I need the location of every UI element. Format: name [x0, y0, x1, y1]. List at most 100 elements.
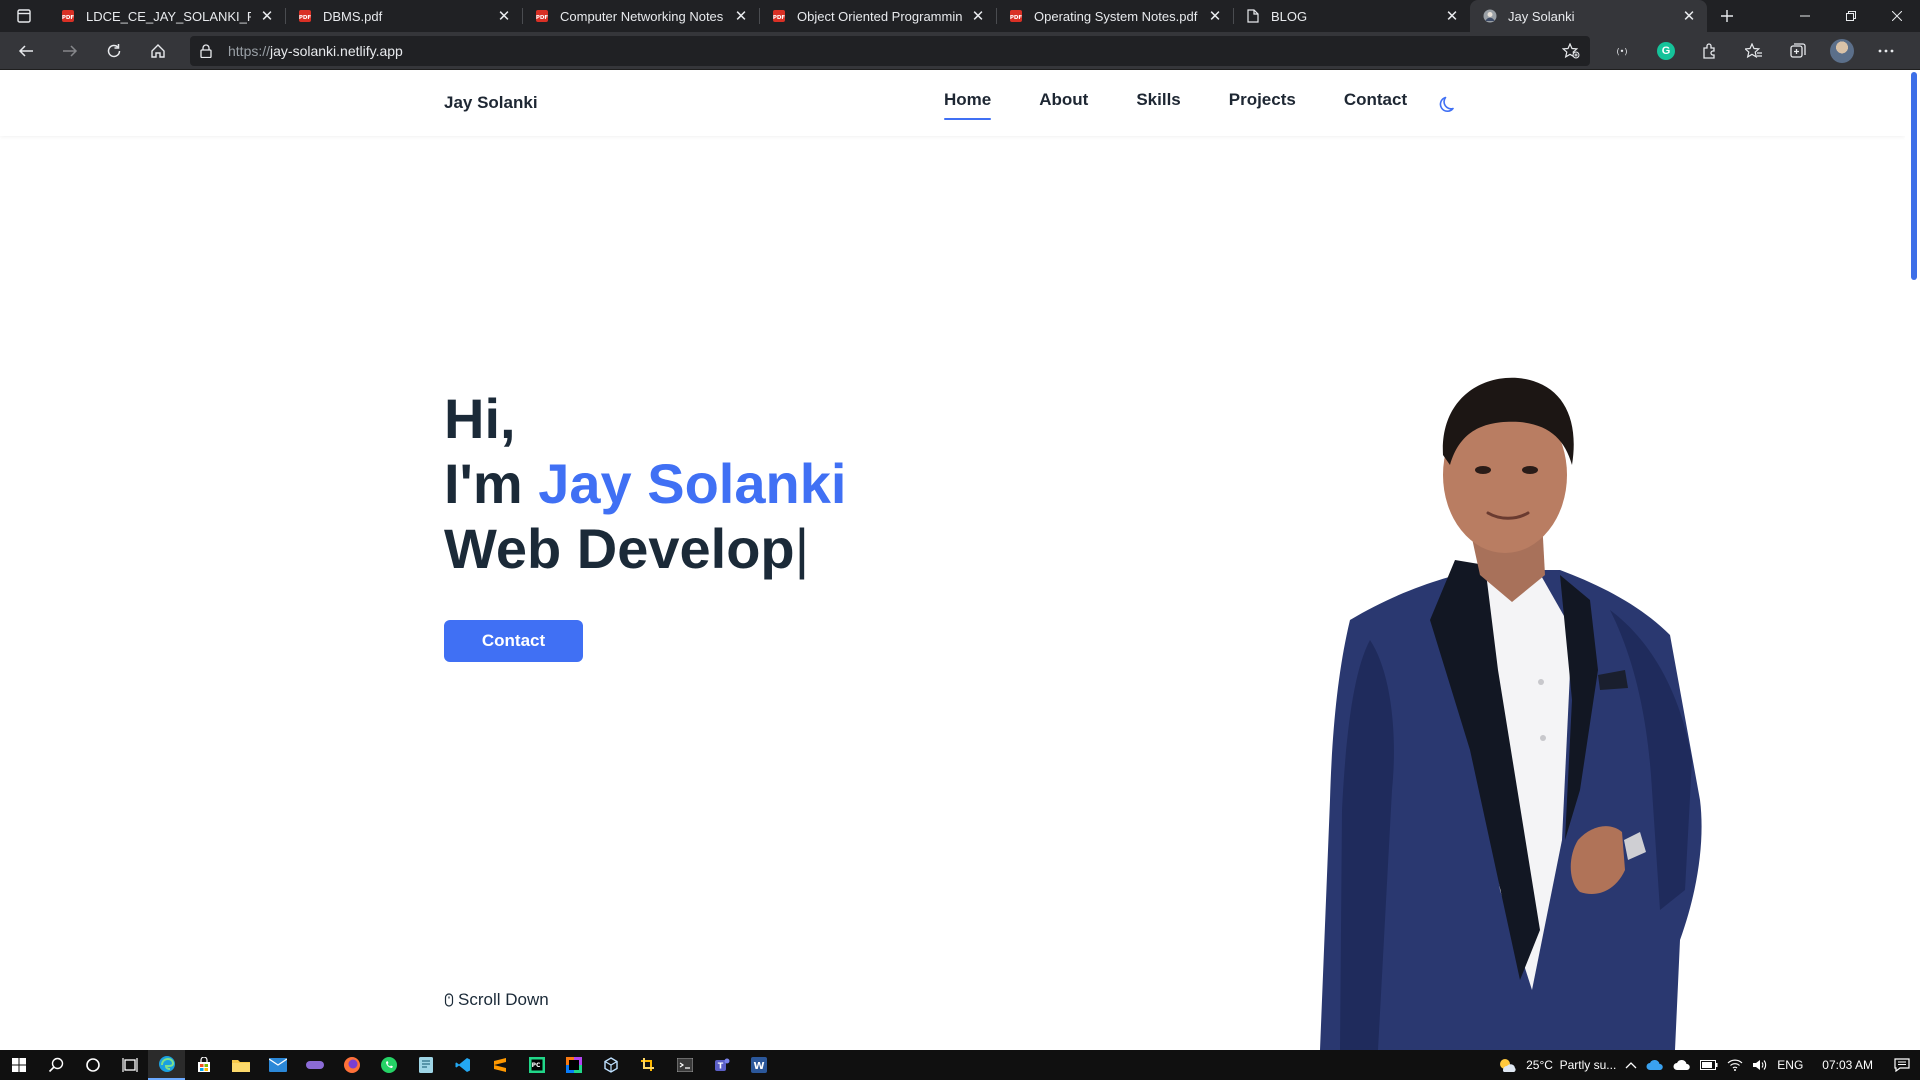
browser-tab-oop[interactable]: PDF Object Oriented Programming ( ✕ [759, 0, 996, 32]
lock-icon[interactable] [200, 43, 216, 58]
taskbar-sublime[interactable] [481, 1050, 518, 1080]
read-aloud-button[interactable]: (•) [1604, 36, 1640, 66]
tab-actions-button[interactable] [0, 0, 48, 32]
favorites-button[interactable] [1736, 36, 1772, 66]
nav-contact[interactable]: Contact [1344, 90, 1407, 120]
close-tab-icon[interactable]: ✕ [494, 6, 514, 26]
terminal-icon [676, 1058, 693, 1072]
contact-button[interactable]: Contact [444, 620, 583, 662]
taskbar-snipping[interactable] [629, 1050, 666, 1080]
taskbar-notes-app[interactable] [407, 1050, 444, 1080]
cortana-button[interactable] [74, 1050, 111, 1080]
minimize-icon [1800, 15, 1810, 17]
language-indicator[interactable]: ENG [1777, 1058, 1803, 1072]
tab-title: Computer Networking Notes for [560, 8, 725, 24]
minimize-button[interactable] [1782, 0, 1828, 32]
site-logo[interactable]: Jay Solanki [444, 93, 538, 113]
taskbar-pycharm[interactable]: PC [518, 1050, 555, 1080]
taskbar-terminal[interactable] [666, 1050, 703, 1080]
settings-menu-button[interactable] [1868, 36, 1904, 66]
nav-about[interactable]: About [1039, 90, 1088, 120]
profile-button[interactable] [1824, 36, 1860, 66]
edge-icon [158, 1056, 175, 1072]
start-button[interactable] [0, 1050, 37, 1080]
scroll-down-link[interactable]: Scroll Down [444, 990, 549, 1010]
close-tab-icon[interactable]: ✕ [1442, 6, 1462, 26]
more-options-icon [1878, 49, 1894, 52]
page-scrollbar-thumb[interactable] [1911, 72, 1917, 280]
windows-taskbar: PC T W 25°C Partly su... ENG 07:03 AM [0, 1050, 1920, 1080]
moon-icon[interactable] [1439, 94, 1459, 114]
taskbar-word[interactable]: W [740, 1050, 777, 1080]
profile-avatar [1830, 38, 1854, 63]
browser-tab-dbms[interactable]: PDF DBMS.pdf ✕ [285, 0, 522, 32]
browser-tab-blog[interactable]: BLOG ✕ [1233, 0, 1470, 32]
browser-tab-os-notes[interactable]: PDF Operating System Notes.pdf ✕ [996, 0, 1233, 32]
browser-tab-jay-solanki[interactable]: Jay Solanki ✕ [1470, 0, 1707, 32]
taskbar-firefox[interactable] [333, 1050, 370, 1080]
onedrive-personal-cloud-icon[interactable] [1673, 1059, 1691, 1071]
volume-icon[interactable] [1752, 1059, 1768, 1071]
refresh-button[interactable] [96, 36, 132, 66]
task-view-button[interactable] [111, 1050, 148, 1080]
puzzle-icon [1703, 42, 1715, 59]
chevron-up-icon[interactable] [1625, 1061, 1637, 1069]
back-button[interactable] [8, 36, 44, 66]
snip-icon [640, 1058, 654, 1071]
favorites-star-icon [1745, 42, 1762, 58]
taskbar-store[interactable] [185, 1050, 222, 1080]
address-bar[interactable]: https://jay-solanki.netlify.app [190, 35, 1590, 66]
nav-skills[interactable]: Skills [1136, 90, 1180, 120]
wifi-icon[interactable] [1727, 1059, 1743, 1071]
close-tab-icon[interactable]: ✕ [731, 6, 751, 26]
notification-center-icon[interactable] [1894, 1058, 1910, 1072]
restore-button[interactable] [1828, 0, 1874, 32]
pycharm-icon: PC [528, 1057, 545, 1073]
close-tab-icon[interactable]: ✕ [257, 6, 277, 26]
notes-icon [418, 1057, 433, 1073]
nav-projects[interactable]: Projects [1229, 90, 1296, 120]
taskbar-app-gradient[interactable] [296, 1050, 333, 1080]
forward-button[interactable] [52, 36, 88, 66]
tab-title: Jay Solanki [1508, 8, 1575, 24]
nav-home[interactable]: Home [944, 90, 992, 120]
weather-text[interactable]: 25°C Partly su... [1526, 1058, 1616, 1072]
collections-button[interactable] [1780, 36, 1816, 66]
taskbar-vscode[interactable] [444, 1050, 481, 1080]
close-window-button[interactable] [1874, 0, 1920, 32]
forward-arrow-icon [63, 44, 78, 57]
browser-tab-networking[interactable]: PDF Computer Networking Notes for ✕ [522, 0, 759, 32]
grammarly-extension-button[interactable]: G [1648, 36, 1684, 66]
partly-sunny-icon[interactable] [1497, 1057, 1517, 1073]
typing-caret: | [794, 517, 810, 580]
add-favorite-icon[interactable] [1562, 42, 1580, 59]
extensions-button[interactable] [1692, 36, 1728, 66]
clock-time[interactable]: 07:03 AM [1822, 1058, 1873, 1072]
home-button[interactable] [140, 36, 176, 66]
plus-icon [1721, 10, 1733, 22]
taskbar-search-button[interactable] [37, 1050, 74, 1080]
mouse-icon [444, 993, 454, 1007]
taskbar-teams[interactable]: T [703, 1050, 740, 1080]
taskbar-edge[interactable] [148, 1050, 185, 1080]
collections-icon [1790, 42, 1806, 58]
taskbar-file-explorer[interactable] [222, 1050, 259, 1080]
close-tab-icon[interactable]: ✕ [1205, 6, 1225, 26]
taskbar-jetbrains[interactable] [555, 1050, 592, 1080]
cortana-icon [85, 1058, 100, 1072]
close-tab-icon[interactable]: ✕ [1679, 6, 1699, 26]
page-scrollbar[interactable] [1905, 70, 1920, 1050]
new-tab-button[interactable] [1707, 0, 1747, 32]
browser-tab-resume[interactable]: PDF LDCE_CE_JAY_SOLANKI_RESUME ✕ [48, 0, 285, 32]
battery-icon[interactable] [1700, 1060, 1718, 1070]
hero-heading: Hi, I'm Jay Solanki Web Develop| [444, 386, 846, 581]
hero-intro-prefix: I'm [444, 452, 539, 515]
mail-icon [268, 1058, 287, 1072]
close-tab-icon[interactable]: ✕ [968, 6, 988, 26]
taskbar-virtualbox[interactable] [592, 1050, 629, 1080]
task-view-icon [121, 1058, 138, 1072]
hero-intro: I'm Jay Solanki [444, 451, 846, 516]
taskbar-whatsapp[interactable] [370, 1050, 407, 1080]
onedrive-cloud-icon[interactable] [1646, 1059, 1664, 1071]
taskbar-mail[interactable] [259, 1050, 296, 1080]
